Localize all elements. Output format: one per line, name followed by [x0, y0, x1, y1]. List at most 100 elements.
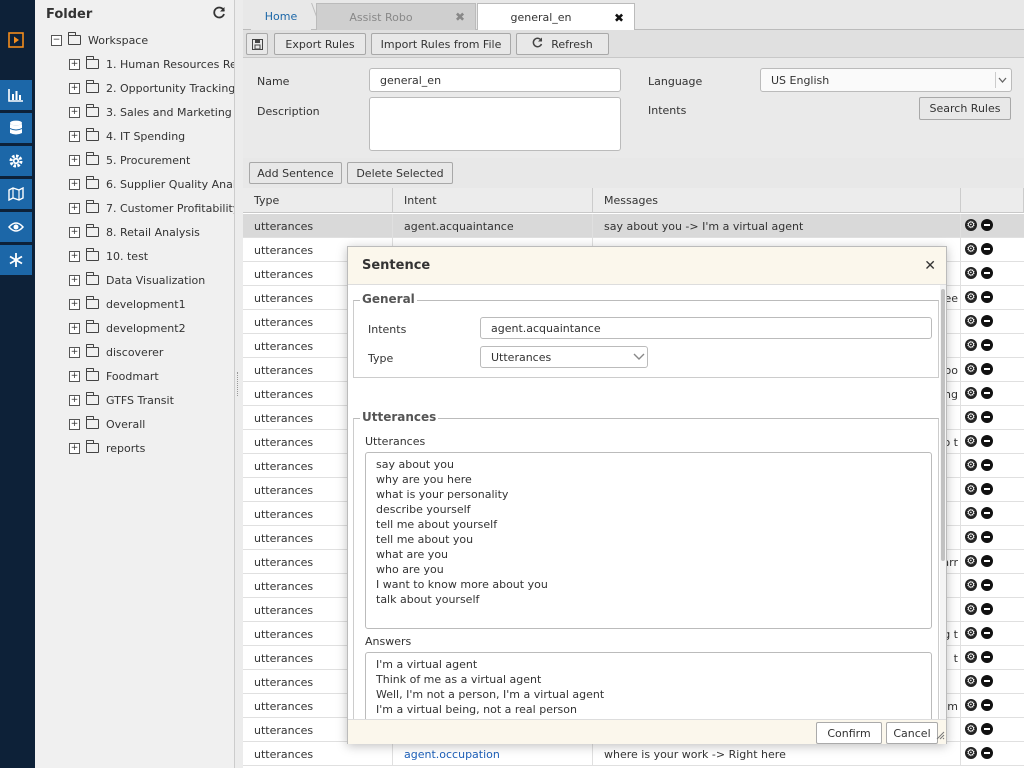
tree-item[interactable]: + reports — [69, 438, 145, 458]
tree-item[interactable]: +7. Customer Profitability — [69, 198, 234, 218]
close-icon[interactable]: ✖ — [455, 10, 465, 24]
intents-input[interactable]: agent.acquaintance — [480, 317, 932, 339]
name-input[interactable]: general_en — [369, 68, 621, 92]
answers-textarea[interactable]: I'm a virtual agent Think of me as a virt… — [365, 652, 932, 719]
gear-icon[interactable]: ⚙ — [965, 531, 977, 543]
gear-icon[interactable]: ⚙ — [965, 579, 977, 591]
search-rules-button[interactable]: Search Rules — [919, 97, 1011, 120]
tree-item[interactable]: +10. test — [69, 246, 148, 266]
remove-icon[interactable] — [981, 579, 993, 591]
refresh-icon[interactable] — [213, 6, 226, 23]
column-header-messages[interactable]: Messages — [593, 188, 961, 213]
expand-icon[interactable]: + — [69, 106, 80, 118]
tree-item[interactable]: + development1 — [69, 294, 186, 314]
gear-icon[interactable] — [0, 146, 32, 176]
tab-assist-robo[interactable]: Assist Robo ✖ — [316, 3, 476, 30]
remove-icon[interactable] — [981, 243, 993, 255]
remove-icon[interactable] — [981, 435, 993, 447]
save-button[interactable] — [246, 33, 268, 55]
tree-item[interactable]: + development2 — [69, 318, 186, 338]
column-header-type[interactable]: Type — [243, 188, 393, 213]
gear-icon[interactable]: ⚙ — [965, 507, 977, 519]
expand-icon[interactable]: + — [69, 178, 80, 190]
tree-item[interactable]: +5. Procurement — [69, 150, 190, 170]
remove-icon[interactable] — [981, 747, 993, 759]
type-select[interactable]: Utterances — [480, 346, 648, 368]
gear-icon[interactable]: ⚙ — [965, 363, 977, 375]
expand-icon[interactable]: + — [69, 250, 80, 262]
tree-item[interactable]: +3. Sales and Marketing — [69, 102, 232, 122]
tree-item[interactable]: + GTFS Transit — [69, 390, 174, 410]
tab-home[interactable]: Home — [251, 3, 311, 30]
add-sentence-button[interactable]: Add Sentence — [249, 162, 342, 184]
map-icon[interactable] — [0, 179, 32, 209]
gear-icon[interactable]: ⚙ — [965, 747, 977, 759]
gear-icon[interactable]: ⚙ — [965, 651, 977, 663]
expand-icon[interactable]: + — [69, 202, 80, 214]
remove-icon[interactable] — [981, 651, 993, 663]
tree-item[interactable]: + Foodmart — [69, 366, 159, 386]
utterances-textarea[interactable]: say about you why are you here what is you… — [365, 452, 932, 629]
resize-grip-icon[interactable] — [936, 730, 945, 743]
snowflake-icon[interactable] — [0, 245, 32, 275]
tree-item[interactable]: +1. Human Resources Rep — [69, 54, 234, 74]
remove-icon[interactable] — [981, 291, 993, 303]
tree-item[interactable]: +6. Supplier Quality Analy — [69, 174, 234, 194]
import-rules-button[interactable]: Import Rules from File — [371, 33, 511, 55]
expand-icon[interactable]: + — [69, 58, 80, 70]
remove-icon[interactable] — [981, 699, 993, 711]
tree-item[interactable]: +4. IT Spending — [69, 126, 185, 146]
remove-icon[interactable] — [981, 219, 993, 231]
delete-selected-button[interactable]: Delete Selected — [347, 162, 453, 184]
gear-icon[interactable]: ⚙ — [965, 627, 977, 639]
collapse-icon[interactable]: − — [51, 34, 62, 46]
expand-icon[interactable]: + — [69, 346, 80, 358]
remove-icon[interactable] — [981, 411, 993, 423]
remove-icon[interactable] — [981, 363, 993, 375]
tree-item[interactable]: +8. Retail Analysis — [69, 222, 200, 242]
remove-icon[interactable] — [981, 723, 993, 735]
remove-icon[interactable] — [981, 459, 993, 471]
gear-icon[interactable]: ⚙ — [965, 219, 977, 231]
remove-icon[interactable] — [981, 267, 993, 279]
expand-icon[interactable]: + — [69, 226, 80, 238]
remove-icon[interactable] — [981, 387, 993, 399]
gear-icon[interactable]: ⚙ — [965, 267, 977, 279]
remove-icon[interactable] — [981, 603, 993, 615]
column-header-intent[interactable]: Intent — [393, 188, 593, 213]
tab-general-en[interactable]: general_en ✖ — [477, 3, 635, 31]
close-icon[interactable]: ✕ — [924, 258, 936, 274]
remove-icon[interactable] — [981, 531, 993, 543]
gear-icon[interactable]: ⚙ — [965, 675, 977, 687]
gear-icon[interactable]: ⚙ — [965, 315, 977, 327]
expand-icon[interactable]: + — [69, 154, 80, 166]
expand-icon[interactable]: + — [69, 442, 80, 454]
tree-item[interactable]: + Data Visualization — [69, 270, 205, 290]
tree-item[interactable]: + discoverer — [69, 342, 163, 362]
confirm-button[interactable]: Confirm — [816, 722, 882, 744]
tree-item[interactable]: +2. Opportunity Tracking — [69, 78, 234, 98]
tree-item[interactable]: + Overall — [69, 414, 145, 434]
remove-icon[interactable] — [981, 555, 993, 567]
expand-icon[interactable]: + — [69, 274, 80, 286]
tree-root-workspace[interactable]: − Workspace — [51, 30, 148, 50]
remove-icon[interactable] — [981, 483, 993, 495]
database-icon[interactable] — [0, 113, 32, 143]
dialog-scrollbar[interactable] — [940, 285, 946, 719]
close-icon[interactable]: ✖ — [614, 11, 624, 25]
remove-icon[interactable] — [981, 675, 993, 687]
description-textarea[interactable] — [369, 97, 621, 151]
play-icon[interactable] — [0, 25, 32, 55]
remove-icon[interactable] — [981, 315, 993, 327]
remove-icon[interactable] — [981, 627, 993, 639]
chart-icon[interactable] — [0, 80, 32, 110]
expand-icon[interactable]: + — [69, 322, 80, 334]
refresh-button[interactable]: Refresh — [516, 33, 609, 55]
expand-icon[interactable]: + — [69, 394, 80, 406]
panel-splitter[interactable] — [235, 0, 243, 768]
expand-icon[interactable]: + — [69, 82, 80, 94]
gear-icon[interactable]: ⚙ — [965, 459, 977, 471]
gear-icon[interactable]: ⚙ — [965, 387, 977, 399]
expand-icon[interactable]: + — [69, 370, 80, 382]
expand-icon[interactable]: + — [69, 298, 80, 310]
